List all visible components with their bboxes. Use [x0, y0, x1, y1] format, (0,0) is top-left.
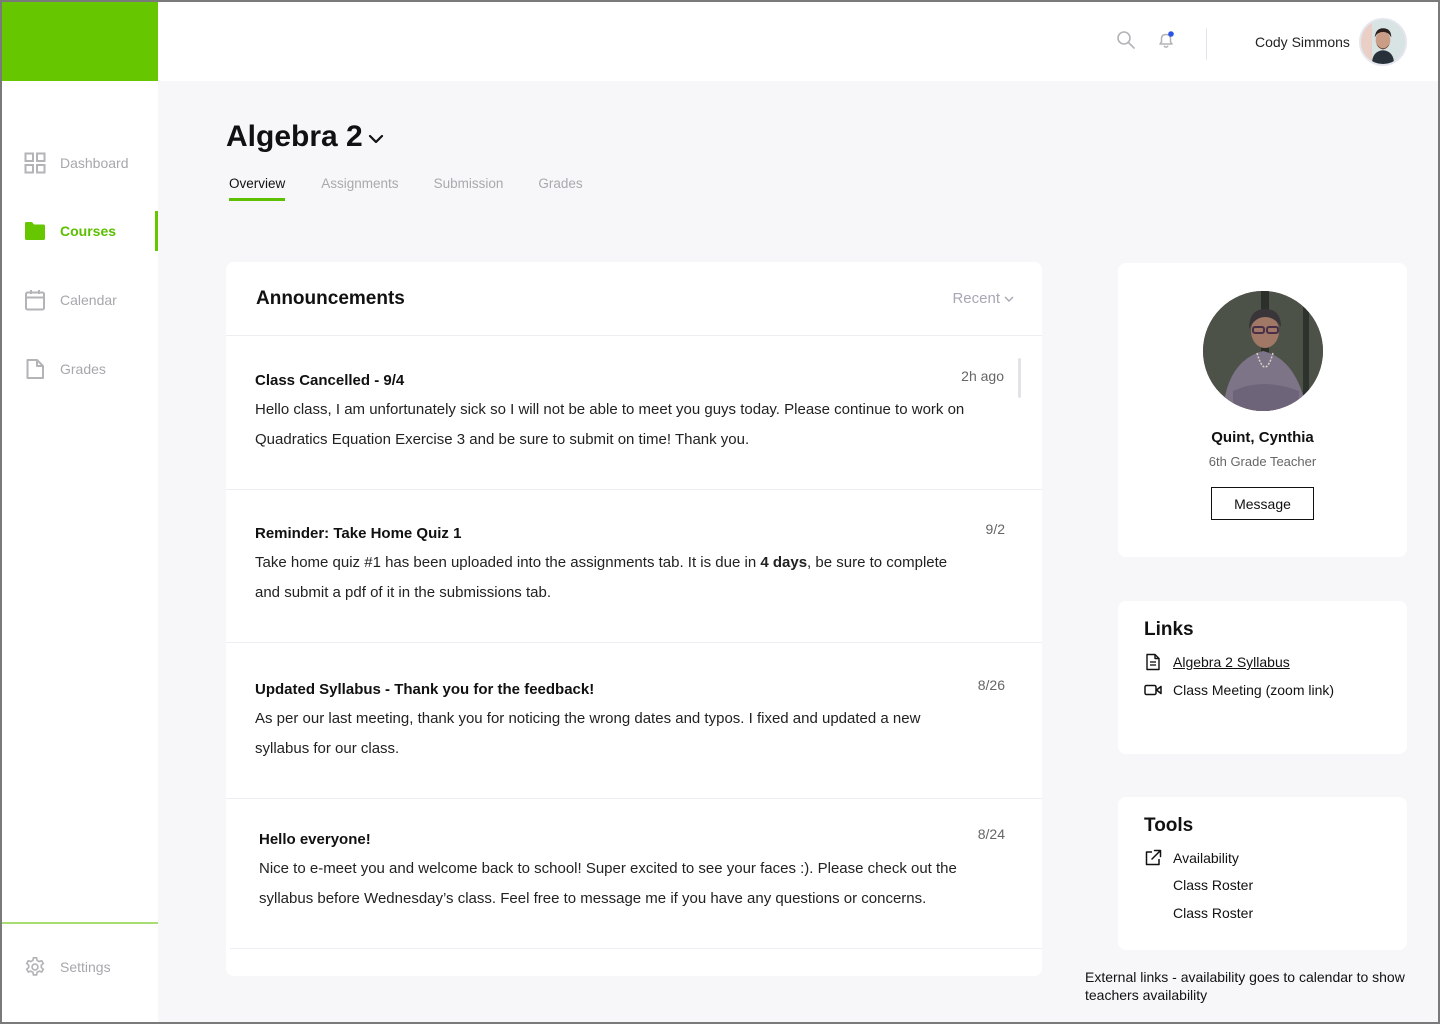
announcement-body: As per our last meeting, thank you for n…	[255, 710, 921, 757]
body-emphasis: 4 days	[760, 554, 808, 571]
tool-item-class-roster[interactable]: Class Roster	[1144, 905, 1253, 921]
announcement-item[interactable]: Updated Syllabus - Thank you for the fee…	[226, 643, 1042, 799]
document-icon	[1146, 653, 1160, 671]
annotation-note: External links - availability goes to ca…	[1085, 969, 1405, 1003]
tools-title: Tools	[1144, 815, 1194, 836]
course-tabs: Overview Assignments Submission Grades	[229, 176, 583, 201]
sidebar-item-label: Courses	[60, 223, 117, 239]
sidebar-item-dashboard[interactable]: Dashboard	[0, 143, 158, 183]
teacher-role: 6th Grade Teacher	[1208, 454, 1317, 469]
course-title: Algebra 2	[226, 120, 363, 153]
announcement-body: Nice to e-meet you and welcome back to s…	[259, 860, 957, 907]
teacher-name: Quint, Cynthia	[1211, 429, 1314, 446]
sidebar-item-grades[interactable]: Grades	[0, 349, 158, 389]
message-button[interactable]: Message	[1211, 487, 1314, 520]
link-label[interactable]: Class Meeting (zoom link)	[1173, 682, 1334, 698]
chevron-down-icon[interactable]	[366, 131, 386, 147]
tools-card: Tools Availability Class Roster Class Ro…	[1118, 797, 1407, 950]
sidebar-item-settings[interactable]: Settings	[0, 947, 158, 987]
sort-label: Recent	[952, 290, 1000, 307]
announcement-date: 8/26	[977, 677, 1005, 693]
link-label[interactable]: Algebra 2 Syllabus	[1173, 654, 1290, 670]
sidebar-item-calendar[interactable]: Calendar	[0, 280, 158, 320]
tab-submission[interactable]: Submission	[434, 176, 504, 201]
announcement-title: Class Cancelled - 9/4	[255, 372, 405, 389]
sidebar-item-label: Grades	[60, 361, 106, 377]
link-item-syllabus[interactable]: Algebra 2 Syllabus	[1144, 653, 1290, 671]
tab-assignments[interactable]: Assignments	[321, 176, 398, 201]
logo-block[interactable]	[0, 0, 158, 81]
tool-item-class-roster[interactable]: Class Roster	[1144, 877, 1253, 893]
announcement-title: Updated Syllabus - Thank you for the fee…	[255, 681, 595, 698]
announcement-date: 9/2	[985, 521, 1005, 537]
grid-icon	[24, 152, 46, 174]
folder-icon	[25, 222, 45, 240]
tab-grades[interactable]: Grades	[538, 176, 582, 201]
tool-label[interactable]: Class Roster	[1173, 905, 1253, 921]
settings-label: Settings	[60, 959, 111, 975]
search-icon[interactable]	[1116, 30, 1136, 50]
announcement-body: Take home quiz #1 has been uploaded into…	[255, 548, 975, 608]
announcements-card: Announcements Recent Class Cancelled - 9…	[226, 262, 1042, 976]
teacher-card: Quint, Cynthia 6th Grade Teacher Message	[1118, 263, 1407, 557]
links-title: Links	[1144, 619, 1194, 640]
user-name[interactable]: Cody Simmons	[1255, 34, 1350, 50]
sidebar-item-label: Calendar	[60, 292, 117, 308]
announcement-body: Hello class, I am unfortunately sick so …	[255, 401, 965, 448]
tool-item-availability[interactable]: Availability	[1144, 849, 1239, 867]
announcement-item[interactable]: Reminder: Take Home Quiz 1 9/2 Take home…	[226, 490, 1042, 643]
tool-label[interactable]: Availability	[1173, 850, 1239, 866]
sidebar: Dashboard Courses Calendar Grades Settin…	[0, 0, 158, 1024]
document-icon	[26, 359, 44, 379]
gear-icon	[25, 957, 45, 976]
links-card: Links Algebra 2 Syllabus Class Meeting (…	[1118, 601, 1407, 754]
external-link-icon	[1145, 849, 1162, 866]
announcement-title: Hello everyone!	[259, 831, 371, 848]
tab-overview[interactable]: Overview	[229, 176, 286, 201]
teacher-photo	[1203, 291, 1323, 411]
announcement-item[interactable]: Class Cancelled - 9/4 2h ago Hello class…	[226, 336, 1042, 490]
sidebar-item-label: Dashboard	[60, 155, 129, 171]
sidebar-divider	[0, 922, 158, 924]
video-camera-icon	[1144, 684, 1162, 696]
body-text: Take home quiz #1 has been uploaded into…	[255, 554, 761, 571]
announcement-item[interactable]: Hello everyone! 8/24 Nice to e-meet you …	[226, 799, 1042, 949]
avatar[interactable]	[1359, 18, 1407, 66]
chevron-down-icon	[1004, 296, 1014, 302]
announcement-date: 2h ago	[961, 368, 1004, 384]
top-header: Cody Simmons	[158, 0, 1440, 81]
bell-icon[interactable]	[1156, 30, 1176, 50]
calendar-icon	[25, 290, 45, 311]
sort-dropdown[interactable]: Recent	[952, 290, 1014, 307]
announcements-title: Announcements	[256, 288, 405, 309]
notification-dot	[1168, 31, 1174, 37]
divider	[230, 948, 1042, 949]
header-divider	[1206, 28, 1207, 60]
announcement-title: Reminder: Take Home Quiz 1	[255, 525, 462, 542]
sidebar-item-courses[interactable]: Courses	[0, 211, 158, 251]
announcement-date: 8/24	[977, 826, 1005, 842]
link-item-class-meeting[interactable]: Class Meeting (zoom link)	[1144, 681, 1334, 699]
tool-label[interactable]: Class Roster	[1173, 877, 1253, 893]
